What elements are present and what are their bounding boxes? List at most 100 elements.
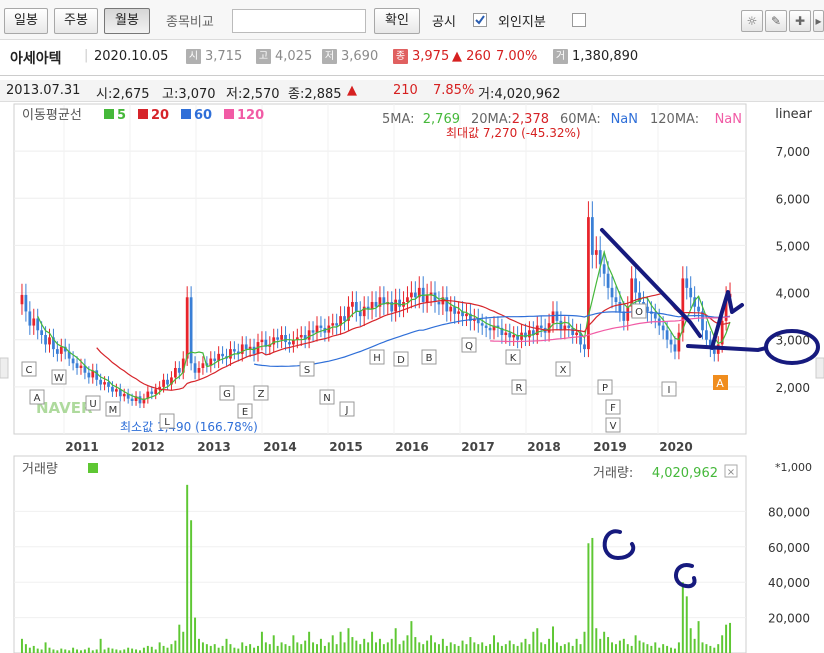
candle-body xyxy=(508,332,512,338)
volume-bar xyxy=(603,631,606,653)
event-marker-label: C xyxy=(26,365,33,376)
volume-bar xyxy=(670,647,673,653)
volume-badge: 거 xyxy=(553,49,568,64)
volume-bar xyxy=(284,644,287,653)
candle-body xyxy=(539,325,543,328)
volume-bar xyxy=(312,642,315,653)
volume-bar xyxy=(60,648,63,653)
toolbar: 일봉 주봉 월봉 종목비교 확인 공시 외인지분 ☼ ✎ ✚ ▸ xyxy=(0,0,824,40)
volume-bar xyxy=(548,638,551,653)
volume-bar xyxy=(618,640,621,653)
ma-value-label: 20MA: xyxy=(471,112,512,127)
volume-bar xyxy=(705,644,708,653)
low-badge: 저 xyxy=(322,49,337,64)
event-marker-label: L xyxy=(164,417,170,428)
eraser-icon[interactable]: ✎ xyxy=(765,10,787,32)
event-marker: U xyxy=(85,395,101,411)
divider: | xyxy=(84,48,89,63)
volume-bar xyxy=(178,624,181,653)
volume-bar xyxy=(493,635,495,653)
check-icon xyxy=(475,15,485,25)
candle-body xyxy=(665,330,669,340)
volume-bar xyxy=(99,638,102,653)
volume-bar xyxy=(536,628,539,653)
event-marker: M xyxy=(105,401,121,417)
candle-body xyxy=(437,302,441,305)
volume-bar xyxy=(587,543,590,653)
volume-bar xyxy=(154,649,157,653)
volume-bar xyxy=(469,637,472,653)
volume-bar xyxy=(449,642,452,653)
event-marker: I xyxy=(661,381,677,397)
event-marker-label: B xyxy=(426,353,433,364)
more-icon[interactable]: ▸ xyxy=(813,10,824,32)
candle-body xyxy=(465,313,468,317)
daily-tab[interactable]: 일봉 xyxy=(4,8,48,34)
candle-body xyxy=(229,349,232,359)
candle-body xyxy=(551,311,555,324)
volume-bar xyxy=(481,642,484,653)
candle-body xyxy=(445,297,449,312)
info-change: 210 xyxy=(393,83,418,98)
candle-body xyxy=(335,323,339,326)
volume-bar xyxy=(166,647,169,653)
y-tick-label: 5,000 xyxy=(776,239,810,253)
volume-bar xyxy=(249,644,252,653)
volume-bar xyxy=(347,628,350,653)
candle-body xyxy=(32,318,36,326)
weekly-tab[interactable]: 주봉 xyxy=(54,8,98,34)
volume-bar xyxy=(563,644,566,653)
info-date: 2013.07.31 xyxy=(6,83,81,98)
volume-bar xyxy=(709,645,712,653)
candle-body xyxy=(370,302,374,310)
volume-bar xyxy=(697,621,700,653)
disclosure-checkbox[interactable] xyxy=(473,13,487,27)
candle-body xyxy=(280,335,283,340)
monthly-tab[interactable]: 월봉 xyxy=(104,8,150,34)
candle-body xyxy=(95,370,99,380)
volume-bar xyxy=(638,640,641,653)
compare-label: 종목비교 xyxy=(166,15,214,30)
candle-body xyxy=(174,368,177,378)
volume-bar xyxy=(528,644,531,653)
volume-bar xyxy=(355,640,358,653)
ma-value: 2,769 xyxy=(423,112,460,127)
volume-bar xyxy=(253,647,256,653)
volume-bar xyxy=(213,644,216,653)
candle-body xyxy=(252,346,256,354)
stock-chart[interactable]: 2,000 3,000 4,000 5,000 6,000 7,000 linear 2011… xyxy=(0,100,824,653)
event-marker: H xyxy=(369,349,385,365)
event-marker-label: U xyxy=(89,399,96,410)
volume-bar xyxy=(398,644,401,653)
scroll-right-handle xyxy=(815,357,824,379)
volume-bar xyxy=(127,647,130,653)
volume-bar xyxy=(327,642,330,653)
volume-bar xyxy=(614,644,617,653)
candle-body xyxy=(162,379,165,387)
crosshair-icon[interactable]: ✚ xyxy=(789,10,811,32)
candle-body xyxy=(504,332,508,335)
confirm-button[interactable]: 확인 xyxy=(374,8,420,34)
x-tick-label: 2014 xyxy=(263,440,296,454)
volume-bar xyxy=(390,638,393,653)
compare-input[interactable] xyxy=(232,9,366,33)
volume-bar xyxy=(111,648,114,653)
bulb-icon[interactable]: ☼ xyxy=(741,10,763,32)
foreign-ownership-checkbox[interactable] xyxy=(572,13,586,27)
event-marker: C xyxy=(21,361,37,377)
volume-value-label: 거래량: xyxy=(593,466,633,481)
volume-bar xyxy=(24,644,27,653)
volume-bar xyxy=(508,640,511,653)
volume-bar xyxy=(363,638,366,653)
volume-bar xyxy=(339,631,342,653)
x-tick-label: 2015 xyxy=(329,440,362,454)
candle-body xyxy=(244,344,248,350)
volume-bar xyxy=(426,640,429,653)
candle-body xyxy=(705,330,708,340)
scale-label: linear xyxy=(775,107,812,122)
volume-bar xyxy=(725,624,728,653)
event-marker-label: R xyxy=(516,383,523,394)
volume-bar xyxy=(524,638,527,653)
event-marker: W xyxy=(51,369,67,385)
volume-bar xyxy=(626,644,629,653)
